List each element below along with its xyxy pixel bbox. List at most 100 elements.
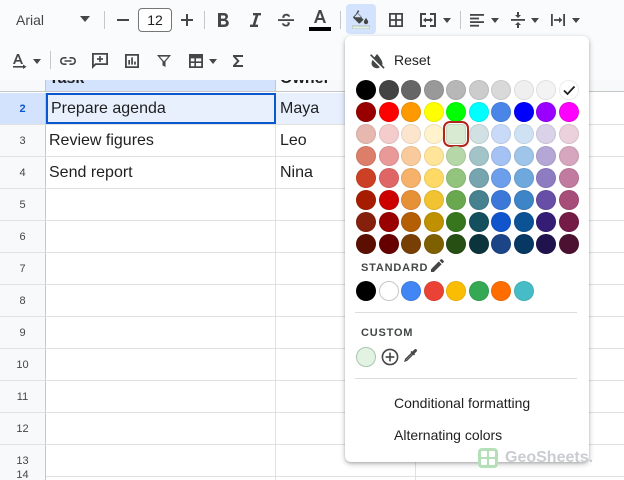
color-swatch[interactable] [423, 212, 444, 232]
color-swatch-hovered[interactable] [443, 121, 469, 147]
column-header-a[interactable]: Task [46, 80, 276, 91]
row-number[interactable]: 12 [0, 413, 46, 444]
color-swatch[interactable] [446, 168, 466, 188]
color-swatch[interactable] [468, 80, 489, 100]
cell-task[interactable] [46, 381, 276, 412]
color-swatch[interactable] [356, 102, 376, 122]
color-swatch[interactable] [558, 124, 579, 144]
cell-owner[interactable] [276, 465, 416, 480]
color-swatch[interactable] [446, 234, 466, 254]
bold-button[interactable] [212, 8, 234, 32]
text-wrapping-button[interactable] [546, 8, 584, 32]
add-custom-color-button[interactable] [380, 347, 400, 367]
color-swatch[interactable] [513, 190, 534, 210]
color-swatch[interactable] [468, 212, 489, 232]
color-swatch[interactable] [491, 190, 511, 210]
color-swatch[interactable] [378, 80, 399, 100]
color-swatch[interactable] [536, 124, 556, 144]
fill-color-button[interactable] [346, 4, 376, 34]
row-number[interactable]: 7 [0, 253, 46, 284]
color-swatch[interactable] [401, 234, 421, 254]
color-swatch[interactable] [513, 146, 534, 166]
vertical-align-button[interactable] [508, 8, 542, 32]
color-swatch[interactable] [468, 190, 489, 210]
cell-task[interactable] [46, 189, 276, 220]
color-swatch[interactable] [536, 168, 556, 188]
cell-task[interactable]: Review figures [46, 125, 276, 156]
row-number[interactable]: 6 [0, 221, 46, 252]
color-swatch[interactable] [378, 102, 399, 122]
text-rotation-button[interactable] [8, 49, 44, 73]
color-swatch[interactable] [356, 234, 376, 254]
standard-color-swatch[interactable] [401, 281, 421, 301]
row-number[interactable]: 2 [0, 93, 46, 124]
color-swatch[interactable] [558, 190, 579, 210]
standard-color-swatch[interactable] [423, 281, 444, 301]
row-number[interactable]: 9 [0, 317, 46, 348]
color-swatch[interactable] [558, 212, 579, 232]
horizontal-align-button[interactable] [466, 8, 502, 32]
alternating-colors-item[interactable]: Alternating colors [394, 427, 502, 443]
cell-task[interactable] [46, 465, 276, 480]
color-swatch[interactable] [401, 124, 421, 144]
reset-color-button[interactable]: Reset [345, 48, 589, 74]
color-swatch[interactable] [536, 102, 556, 122]
standard-color-swatch[interactable] [446, 281, 466, 301]
color-swatch[interactable] [423, 124, 444, 144]
color-swatch[interactable] [446, 190, 466, 210]
color-swatch[interactable] [356, 80, 376, 100]
color-swatch[interactable] [558, 146, 579, 166]
color-swatch[interactable] [423, 190, 444, 210]
color-swatch[interactable] [401, 212, 421, 232]
color-swatch[interactable] [356, 124, 376, 144]
select-all-corner[interactable] [0, 80, 46, 91]
color-swatch[interactable] [446, 102, 466, 122]
conditional-formatting-item[interactable]: Conditional formatting [394, 395, 530, 411]
color-swatch[interactable] [356, 190, 376, 210]
cell-task[interactable] [46, 253, 276, 284]
insert-chart-button[interactable] [120, 49, 144, 73]
row-number[interactable]: 3 [0, 125, 46, 156]
color-swatch[interactable] [356, 212, 376, 232]
color-swatch[interactable] [513, 80, 534, 100]
color-swatch[interactable] [468, 234, 489, 254]
color-swatch[interactable] [423, 146, 444, 166]
insert-link-button[interactable] [56, 49, 80, 73]
color-swatch[interactable] [513, 234, 534, 254]
eyedropper-button[interactable] [402, 348, 420, 366]
row-number[interactable]: 8 [0, 285, 46, 316]
color-swatch[interactable] [378, 234, 399, 254]
color-swatch[interactable] [378, 190, 399, 210]
filter-views-button[interactable] [184, 49, 220, 73]
color-swatch[interactable] [536, 80, 556, 100]
color-swatch[interactable] [468, 102, 489, 122]
color-swatch[interactable] [446, 146, 466, 166]
text-color-button[interactable] [309, 6, 331, 28]
cell-task[interactable] [46, 317, 276, 348]
cell-task[interactable] [46, 349, 276, 380]
color-swatch[interactable] [423, 168, 444, 188]
color-swatch[interactable] [401, 146, 421, 166]
borders-button[interactable] [385, 8, 407, 32]
color-swatch[interactable] [378, 124, 399, 144]
insert-comment-button[interactable] [88, 49, 112, 73]
color-swatch[interactable] [536, 146, 556, 166]
color-swatch[interactable] [558, 102, 579, 122]
color-swatch[interactable] [423, 234, 444, 254]
color-swatch[interactable] [558, 234, 579, 254]
row-number[interactable]: 4 [0, 157, 46, 188]
color-swatch[interactable] [513, 212, 534, 232]
color-swatch[interactable] [468, 168, 489, 188]
row-number[interactable]: 14 [0, 465, 46, 480]
color-swatch[interactable] [536, 212, 556, 232]
custom-color-swatch[interactable] [356, 347, 376, 367]
cell-task[interactable]: Send report [46, 157, 276, 188]
color-swatch[interactable] [513, 102, 534, 122]
color-swatch[interactable] [513, 124, 534, 144]
merge-cells-button[interactable] [416, 8, 454, 32]
color-swatch[interactable] [536, 190, 556, 210]
standard-color-swatch[interactable] [356, 281, 376, 301]
color-swatch[interactable] [378, 146, 399, 166]
increase-font-size-button[interactable] [176, 8, 198, 32]
color-swatch[interactable] [491, 234, 511, 254]
